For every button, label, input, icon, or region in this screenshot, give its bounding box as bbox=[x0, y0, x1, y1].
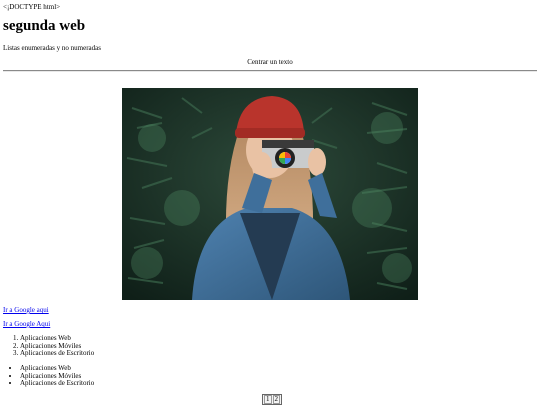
pager-cell: 1 bbox=[264, 395, 272, 404]
ordered-list: Aplicaciones Web Aplicaciones Móviles Ap… bbox=[3, 334, 94, 358]
list-item: Aplicaciones de Escritorio bbox=[20, 380, 94, 388]
page-title: segunda web bbox=[3, 18, 86, 34]
centered-text: Centrar un texto bbox=[247, 58, 293, 66]
photo-image bbox=[122, 88, 418, 300]
list-item: Aplicaciones de Escritorio bbox=[20, 350, 94, 358]
lists-caption: Listas enumeradas y no numeradas bbox=[3, 44, 101, 52]
pager-frame: 1 2 bbox=[262, 394, 282, 405]
photo-illustration bbox=[122, 88, 418, 300]
google-link-2[interactable]: Ir a Google Aqui bbox=[3, 320, 50, 328]
pager-cell: 2 bbox=[272, 395, 280, 404]
google-link-1[interactable]: Ir a Google aqui bbox=[3, 306, 49, 314]
horizontal-rule bbox=[3, 70, 537, 72]
unordered-list: Aplicaciones Web Aplicaciones Móviles Ap… bbox=[3, 364, 94, 388]
doctype-text: <¡DOCTYPE html> bbox=[3, 3, 61, 11]
